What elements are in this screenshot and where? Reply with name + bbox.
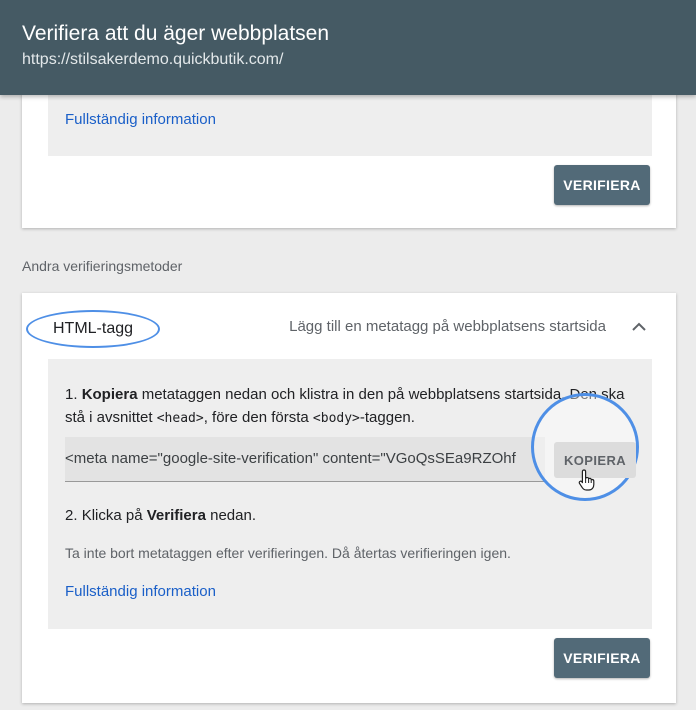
method-title[interactable]: HTML-tagg	[26, 310, 160, 348]
verify-button[interactable]: VERIFIERA	[554, 165, 650, 205]
other-methods-heading: Andra verifieringsmetoder	[22, 258, 183, 274]
previous-method-card: Fullständig information VERIFIERA	[22, 80, 676, 228]
verification-note: Ta inte bort metataggen efter verifierin…	[65, 545, 511, 561]
chevron-up-icon[interactable]	[627, 315, 651, 339]
method-instructions: 1. Kopiera metataggen nedan och klistra …	[48, 359, 652, 629]
meta-tag-value[interactable]: <meta name="google-site-verification" co…	[65, 450, 545, 470]
step-2-text: 2. Klicka på Verifiera nedan.	[65, 507, 257, 524]
full-info-link[interactable]: Fullständig information	[65, 111, 216, 128]
meta-tag-field[interactable]: <meta name="google-site-verification" co…	[65, 437, 545, 482]
site-url: https://stilsakerdemo.quickbutik.com/	[22, 51, 284, 68]
dialog-header: Verifiera att du äger webbplatsen https:…	[0, 0, 696, 95]
hand-cursor-icon	[578, 469, 595, 491]
verify-button[interactable]: VERIFIERA	[554, 638, 650, 678]
html-tag-method-card: HTML-tagg Lägg till en metatagg på webbp…	[22, 293, 676, 703]
dialog-title: Verifiera att du äger webbplatsen	[22, 22, 330, 45]
method-description[interactable]: Lägg till en metatagg på webbplatsens st…	[289, 318, 606, 335]
full-info-link[interactable]: Fullständig information	[65, 583, 216, 600]
